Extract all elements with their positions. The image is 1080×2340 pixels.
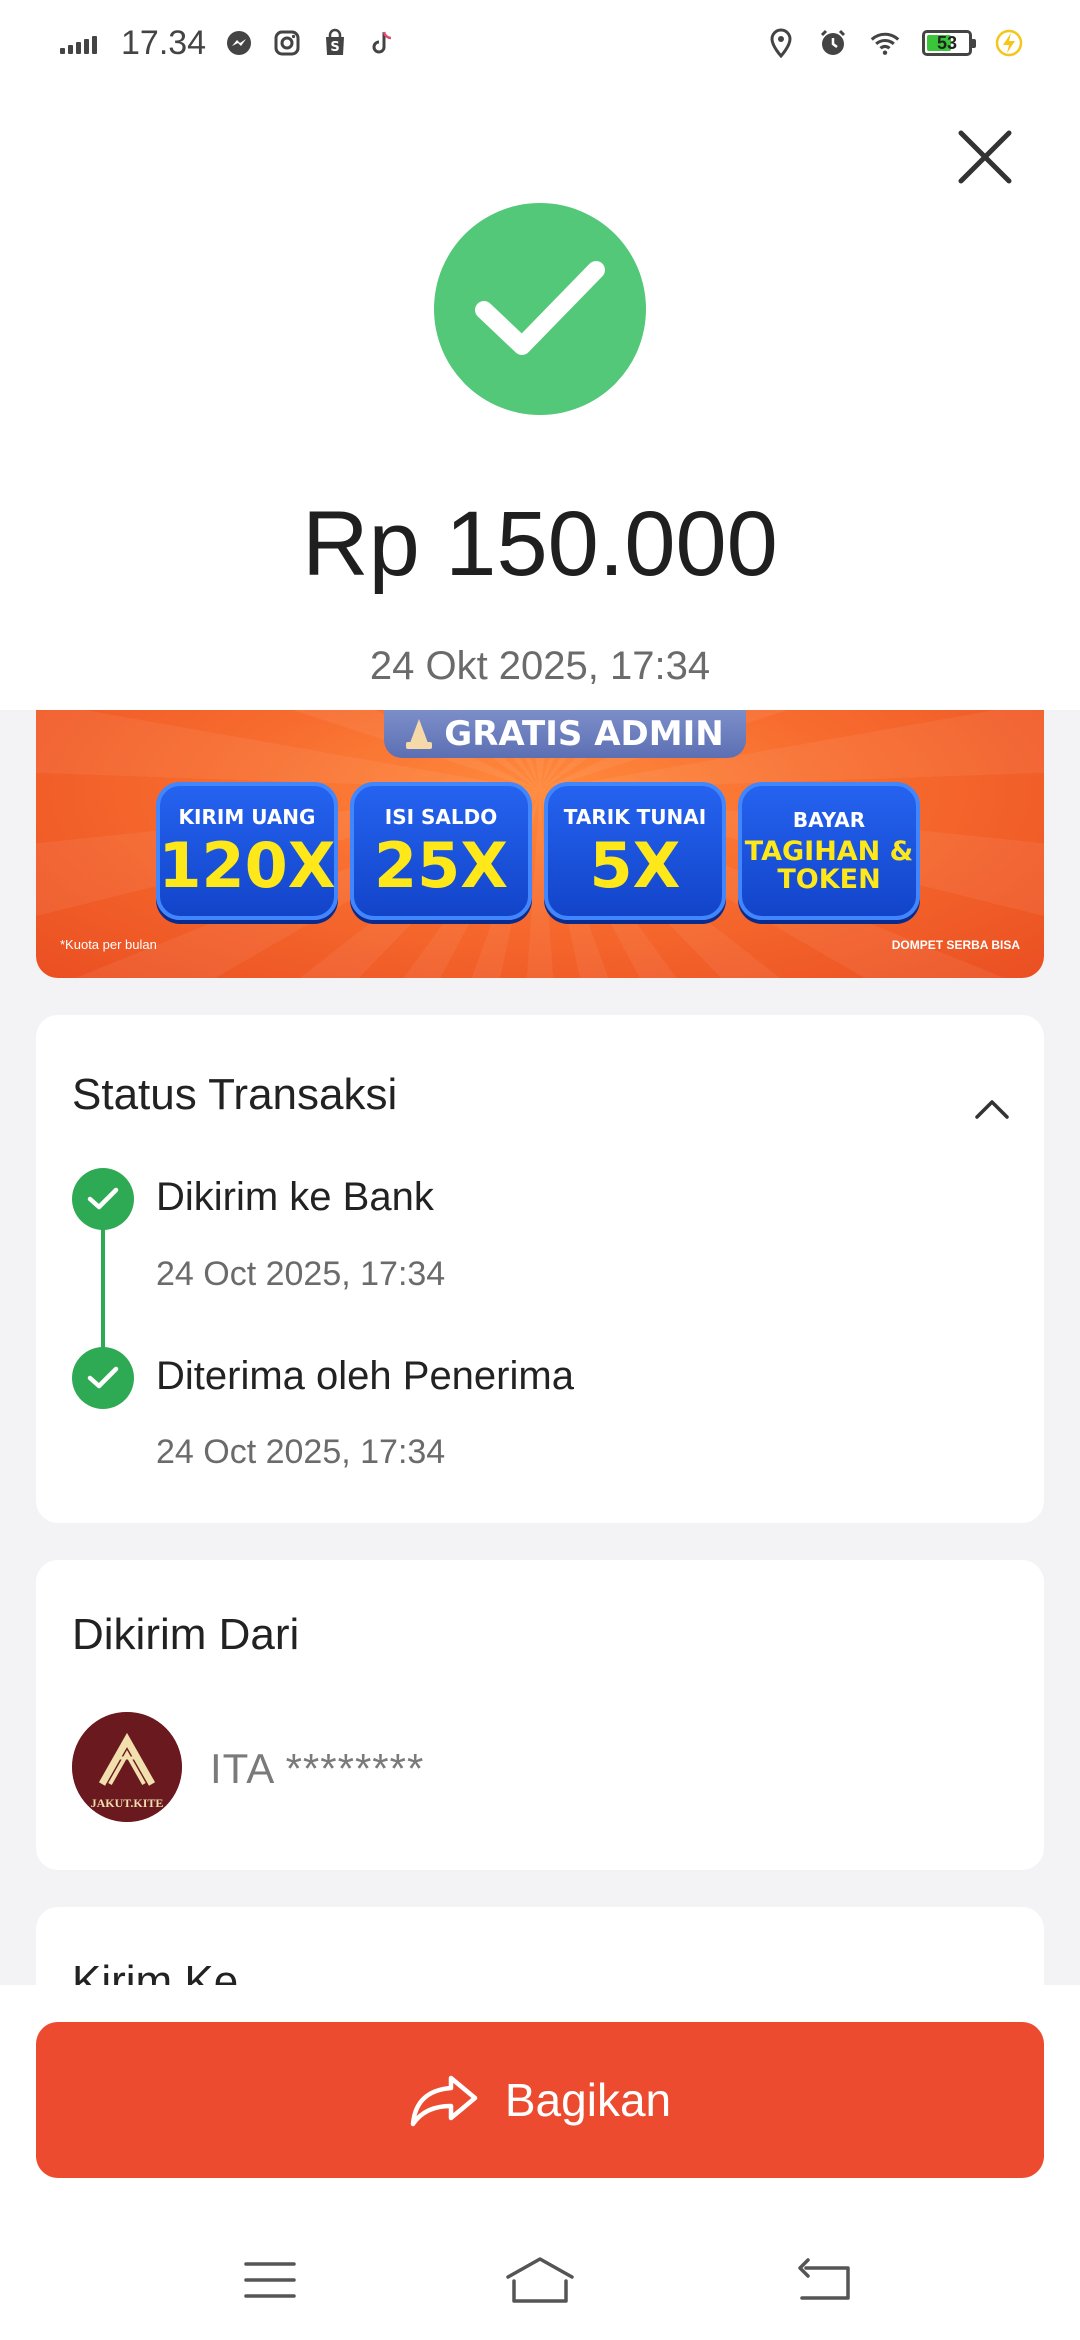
battery-icon: 53 [922, 30, 976, 56]
promo-tile-value: 120X [158, 829, 336, 902]
battery-level: 53 [936, 32, 958, 53]
nav-back-button[interactable] [784, 2250, 864, 2310]
sender-card-title: Dikirim Dari [72, 1610, 300, 1659]
location-icon [766, 28, 796, 58]
banner-title-text: GRATIS ADMIN [444, 714, 724, 754]
menu-icon[interactable] [243, 2260, 297, 2300]
promo-tile-label: KIRIM UANG [178, 805, 316, 829]
promo-tile-value: TAGIHAN & TOKEN [744, 835, 914, 895]
sender-name: ITA ******** [210, 1745, 425, 1792]
checkmark-icon [475, 261, 605, 355]
nav-home-button[interactable] [500, 2250, 580, 2310]
banner-brand: DOMPET SERBA BISA [891, 938, 1020, 952]
share-button[interactable]: Bagikan [36, 2022, 1044, 2178]
status-card-title: Status Transaksi [72, 1070, 398, 1119]
status-time: 17.34 [121, 23, 207, 62]
success-badge [434, 203, 646, 415]
promo-tile-isi-saldo: ISI SALDO 25X [350, 782, 532, 920]
nav-menu-button[interactable] [230, 2250, 310, 2310]
status-bar-left: 17.34 S [60, 24, 398, 63]
step-check-icon [72, 1347, 134, 1409]
sender-logo-text: JAKUT.KITE [90, 1796, 164, 1810]
collapse-button[interactable] [970, 1087, 1014, 1131]
close-button[interactable] [950, 122, 1020, 192]
step-time: 24 Oct 2025, 17:34 [156, 1255, 446, 1293]
signal-icon [60, 32, 97, 54]
banner-title: GRATIS ADMIN [384, 710, 746, 758]
status-bar-right: 53 [766, 28, 1024, 58]
step-title: Dikirim ke Bank [156, 1175, 434, 1219]
status-bar: 17.34 S 53 [0, 0, 1080, 86]
step-title: Diterima oleh Penerima [156, 1354, 574, 1398]
banner-note: *Kuota per bulan [60, 937, 157, 952]
promo-tile-value: 5X [589, 829, 681, 902]
system-nav-bar [0, 2220, 1080, 2340]
share-button-label[interactable]: Bagikan [505, 2073, 671, 2127]
back-icon[interactable] [794, 2258, 854, 2302]
messenger-icon [224, 28, 254, 58]
step-time: 24 Oct 2025, 17:34 [156, 1433, 446, 1471]
cone-icon [406, 719, 433, 749]
tiktok-icon [368, 28, 398, 58]
promo-tile-tarik-tunai: TARIK TUNAI 5X [544, 782, 726, 920]
home-icon[interactable] [504, 2255, 576, 2305]
chevron-up-icon[interactable] [973, 1097, 1011, 1121]
promo-tile-kirim-uang: KIRIM UANG 120X [156, 782, 338, 920]
wifi-icon [870, 28, 900, 58]
promo-tile-bayar: BAYAR TAGIHAN & TOKEN [738, 782, 920, 920]
instagram-icon [272, 28, 302, 58]
close-icon[interactable] [955, 127, 1015, 187]
transaction-status-card: Status Transaksi Dikirim ke Bank 24 Oct … [36, 1015, 1044, 1523]
charging-icon [994, 28, 1024, 58]
sender-card: Dikirim Dari JAKUT.KITE ITA ******** [36, 1560, 1044, 1870]
promo-tile-label: TARIK TUNAI [563, 805, 707, 829]
promo-tile-label: BAYAR [792, 807, 866, 832]
transaction-datetime: 24 Okt 2025, 17:34 [369, 644, 711, 688]
promo-banner[interactable]: GRATIS ADMIN KIRIM UANG 120X ISI SALDO 2… [36, 710, 1044, 978]
alarm-icon [818, 28, 848, 58]
shopping-bag-icon: S [320, 28, 350, 58]
svg-text:S: S [330, 40, 339, 55]
promo-tile-value: 25X [373, 829, 509, 902]
promo-tile-label: ISI SALDO [384, 805, 498, 829]
share-arrow-icon[interactable] [409, 2072, 481, 2128]
transaction-amount: Rp 150.000 [302, 493, 778, 595]
step-check-icon [72, 1168, 134, 1230]
